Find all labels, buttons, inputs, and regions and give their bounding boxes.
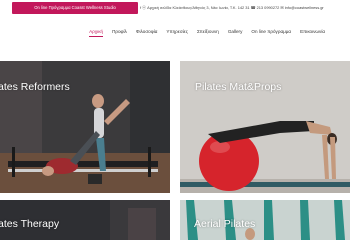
top-bar: On line Πρόγραμμα Coasst Wellness Studio… [0,0,350,16]
nav-list: Αρχική Προφίλ Φιλοσοφία Υπηρεσίες Σπείξι… [89,29,325,37]
card-title: Aerial Pilates [194,218,256,230]
online-schedule-button[interactable]: On line Πρόγραμμα Coasst Wellness Studio [12,2,138,14]
nav-item-philosophy[interactable]: Φιλοσοφία [136,29,158,37]
nav-item-online-schedule[interactable]: On line πρόγραμμα [251,29,291,37]
contact-info: f ⓞ Αρχική σελίδα Κλεάνθους/Αθηνάς 3, Νέ… [140,2,324,14]
service-card-reformers[interactable]: ates Reformers [0,61,170,193]
nav-item-team[interactable]: Σπείξιουνη [197,29,219,37]
main-nav: Αρχική Προφίλ Φιλοσοφία Υπηρεσίες Σπείξι… [0,26,350,40]
card-title: ates Reformers [0,81,70,93]
nav-item-services[interactable]: Υπηρεσίες [166,29,188,37]
nav-item-home[interactable]: Αρχική [89,29,104,37]
contact-text: f ⓞ Αρχική σελίδα Κλεάνθους/Αθηνάς 3, Νέ… [140,5,324,10]
nav-item-gallery[interactable]: Gallery [228,29,243,37]
card-title: Pilates Mat&Props [195,81,282,93]
service-card-therapy[interactable]: ates Therapy [0,200,170,240]
card-title: ates Therapy [0,218,60,230]
service-card-mat-props[interactable]: Pilates Mat&Props [180,61,350,193]
page: On line Πρόγραμμα Coasst Wellness Studio… [0,0,350,240]
service-card-aerial[interactable]: Aerial Pilates [180,200,350,240]
nav-item-contact[interactable]: Επικοινωνία [300,29,325,37]
nav-item-profile[interactable]: Προφίλ [112,29,127,37]
